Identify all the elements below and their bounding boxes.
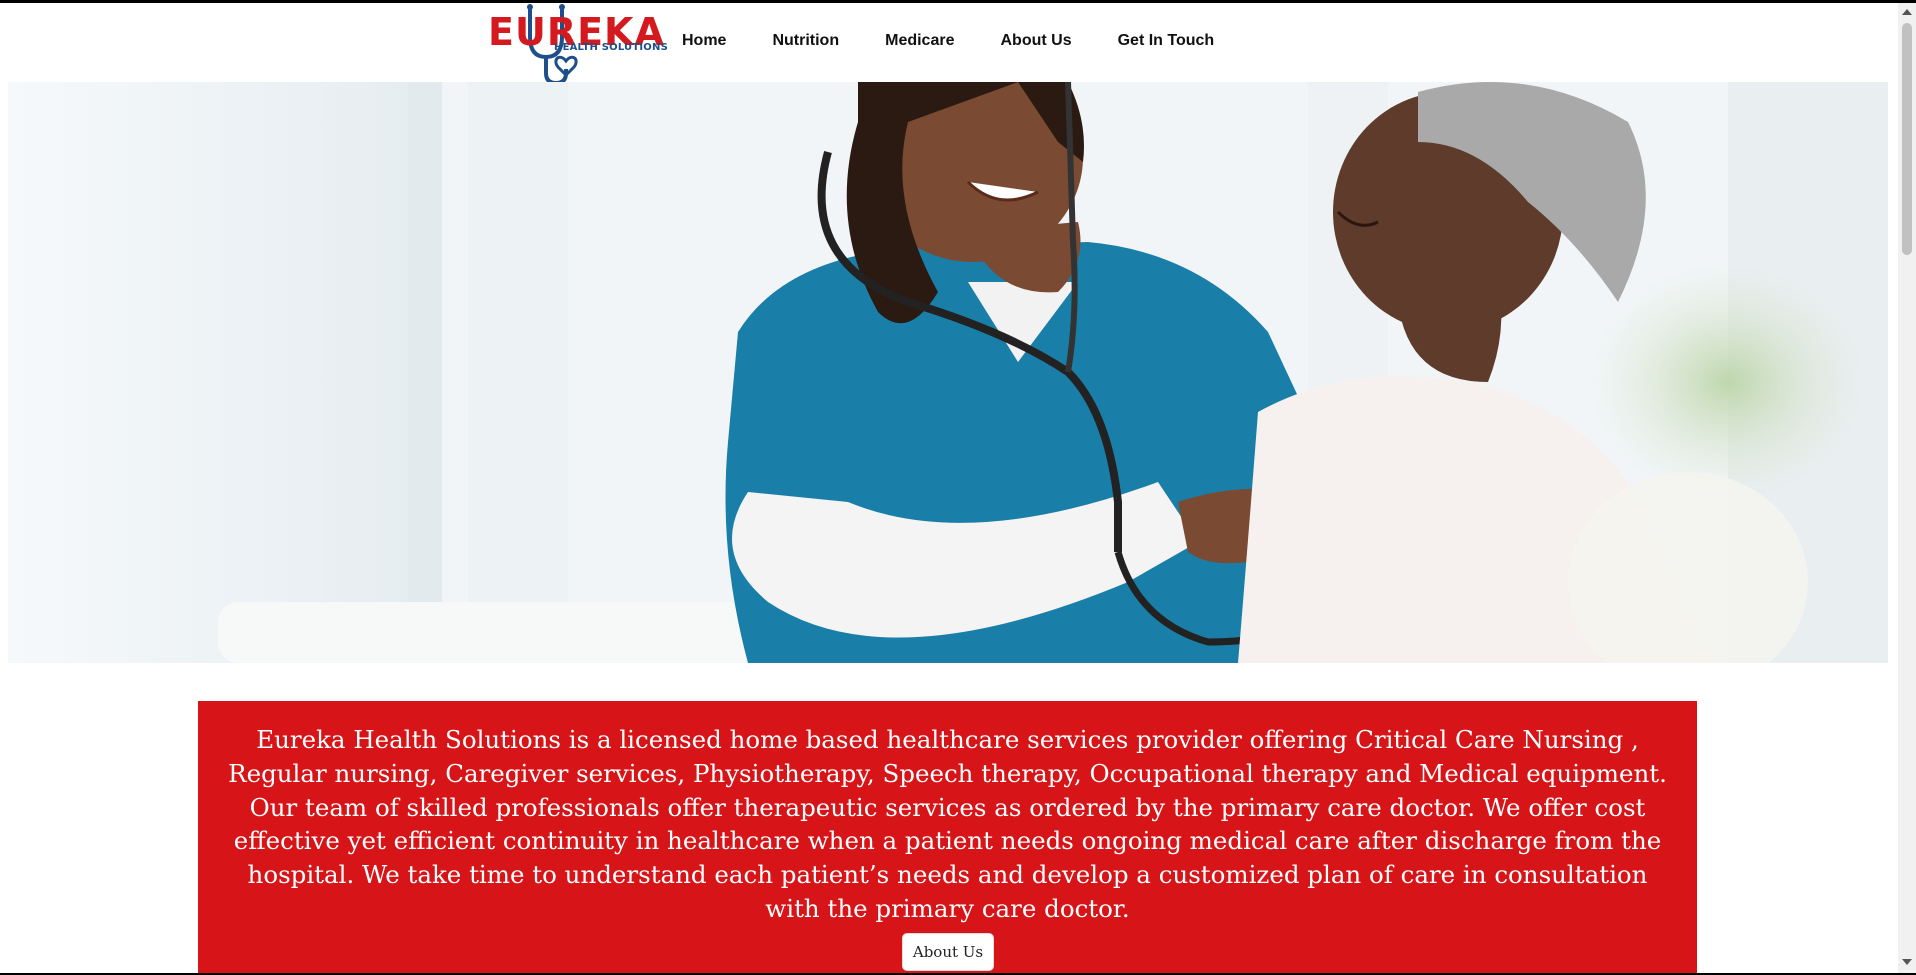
page-scrollbar[interactable] xyxy=(1898,3,1916,973)
window-top-border xyxy=(0,0,1916,3)
nav-nutrition[interactable]: Nutrition xyxy=(772,32,839,50)
nav-get-in-touch[interactable]: Get In Touch xyxy=(1118,32,1215,50)
nav-medicare[interactable]: Medicare xyxy=(885,32,954,50)
nav-about-us[interactable]: About Us xyxy=(1000,32,1071,50)
banner-description: Eureka Health Solutions is a licensed ho… xyxy=(228,725,1667,923)
about-banner: Eureka Health Solutions is a licensed ho… xyxy=(198,701,1697,975)
scroll-up-arrow-icon[interactable] xyxy=(1902,9,1912,15)
scroll-thumb[interactable] xyxy=(1902,23,1912,255)
about-us-button[interactable]: About Us xyxy=(902,933,994,971)
hero-image xyxy=(8,82,1888,663)
main-nav: Home Nutrition Medicare About Us Get In … xyxy=(682,32,1214,50)
scroll-down-arrow-icon[interactable] xyxy=(1902,959,1912,965)
nurse-patient-illustration xyxy=(8,82,1888,663)
site-logo[interactable]: EUREKA HEALTH SOLUTIONS xyxy=(478,3,668,87)
logo-tagline: HEALTH SOLUTIONS xyxy=(554,42,668,53)
nav-home[interactable]: Home xyxy=(682,32,726,50)
